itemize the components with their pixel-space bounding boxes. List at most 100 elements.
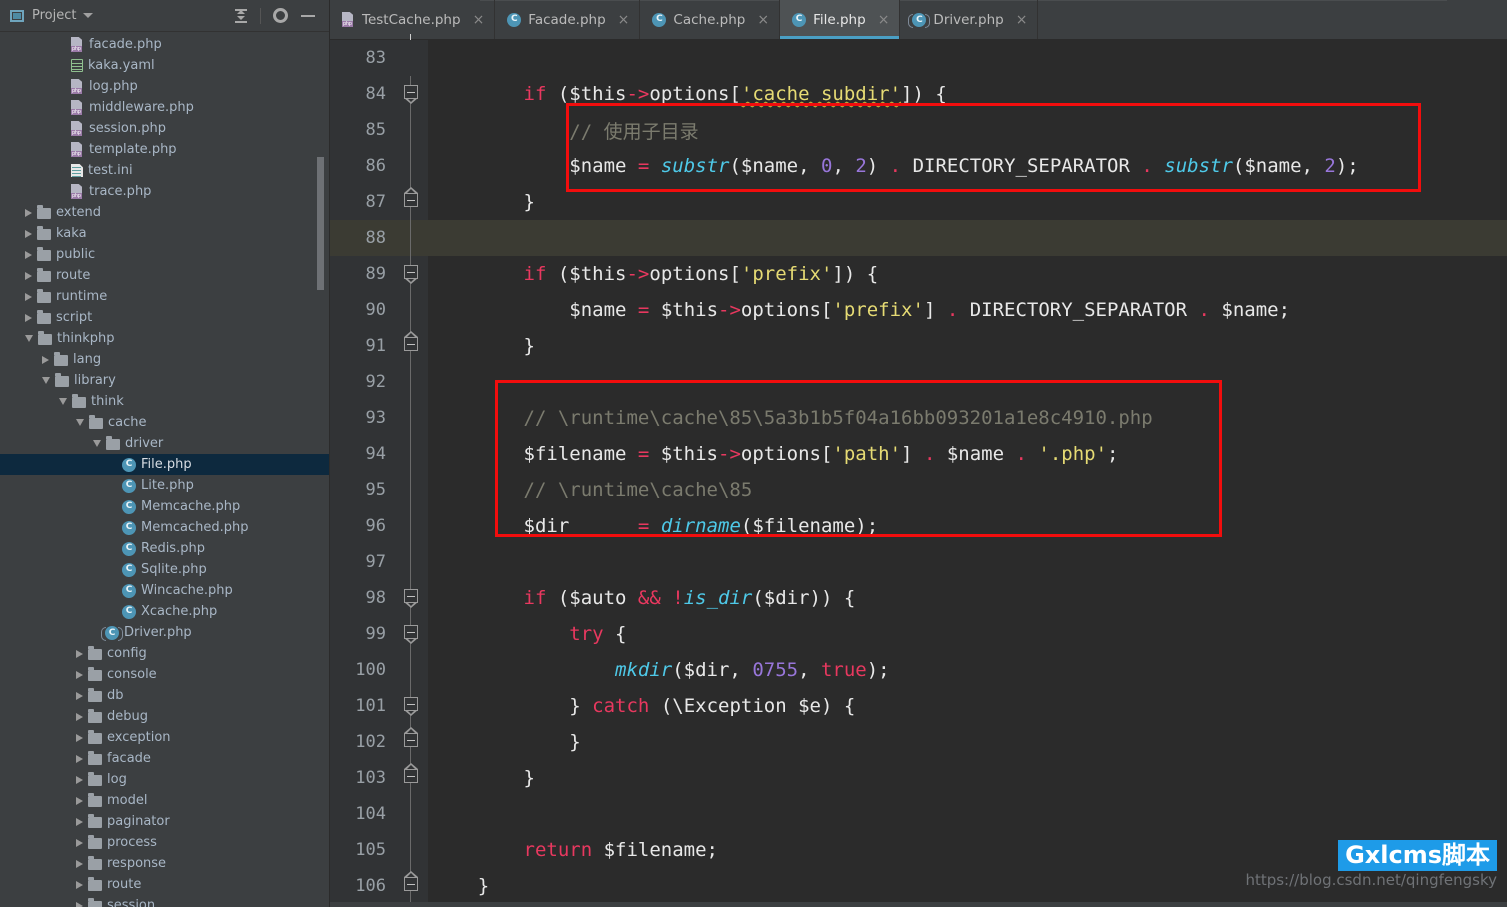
code-line-91[interactable]: 91 } [330, 328, 1507, 364]
tree-item-public[interactable]: public [0, 244, 329, 265]
chevron-right-icon[interactable] [76, 691, 83, 700]
tree-item-memcached-php[interactable]: C Memcached.php [0, 517, 329, 538]
editor-tab-driver-php[interactable]: C Driver.php × [900, 0, 1039, 39]
chevron-down-icon[interactable] [25, 335, 33, 342]
fold-column[interactable] [394, 472, 428, 508]
fold-end-icon[interactable] [404, 193, 418, 207]
tree-item-log-php[interactable]: log.php [0, 76, 329, 97]
tree-item-think[interactable]: think [0, 391, 329, 412]
editor-tab-facade-php[interactable]: C Facade.php × [495, 0, 641, 39]
collapse-all-button[interactable] [228, 4, 254, 28]
close-icon[interactable]: × [757, 13, 769, 27]
fold-end-icon[interactable] [404, 337, 418, 351]
fold-column[interactable] [394, 220, 428, 256]
code-line-99[interactable]: 99 try { [330, 616, 1507, 652]
tree-item-thinkphp[interactable]: thinkphp [0, 328, 329, 349]
tree-item-db[interactable]: db [0, 685, 329, 706]
tree-item-facade-php[interactable]: facade.php [0, 34, 329, 55]
code-line-93[interactable]: 93 // \runtime\cache\85\5a3b1b5f04a16bb0… [330, 400, 1507, 436]
code-line-89[interactable]: 89 if ($this->options['prefix']) { [330, 256, 1507, 292]
fold-collapse-icon[interactable] [404, 625, 418, 639]
tree-item-test-ini[interactable]: test.ini [0, 160, 329, 181]
code-line-102[interactable]: 102 } [330, 724, 1507, 760]
code-line-88[interactable]: 88 [330, 220, 1507, 256]
chevron-down-icon[interactable] [83, 13, 94, 18]
tree-item-route[interactable]: route [0, 874, 329, 895]
editor-tab-file-php[interactable]: C File.php × [780, 0, 901, 39]
code-line-87[interactable]: 87 } [330, 184, 1507, 220]
fold-column[interactable] [394, 400, 428, 436]
fold-column[interactable] [394, 40, 428, 76]
code-line-98[interactable]: 98 if ($auto && !is_dir($dir)) { [330, 580, 1507, 616]
tree-item-lite-php[interactable]: C Lite.php [0, 475, 329, 496]
fold-column[interactable] [394, 832, 428, 868]
code-line-105[interactable]: 105 return $filename; [330, 832, 1507, 868]
chevron-right-icon[interactable] [76, 880, 83, 889]
tree-item-template-php[interactable]: template.php [0, 139, 329, 160]
chevron-right-icon[interactable] [25, 271, 32, 280]
editor-tab-cache-php[interactable]: C Cache.php × [640, 0, 781, 39]
tree-item-sqlite-php[interactable]: C Sqlite.php [0, 559, 329, 580]
chevron-right-icon[interactable] [76, 859, 83, 868]
chevron-down-icon[interactable] [93, 440, 101, 447]
fold-collapse-icon[interactable] [404, 85, 418, 99]
fold-column[interactable] [394, 364, 428, 400]
tree-item-trace-php[interactable]: trace.php [0, 181, 329, 202]
chevron-right-icon[interactable] [76, 796, 83, 805]
chevron-right-icon[interactable] [76, 838, 83, 847]
tree-item-facade[interactable]: facade [0, 748, 329, 769]
tree-item-route[interactable]: route [0, 265, 329, 286]
tree-item-lang[interactable]: lang [0, 349, 329, 370]
chevron-down-icon[interactable] [59, 398, 67, 405]
fold-column[interactable] [394, 724, 428, 760]
chevron-right-icon[interactable] [76, 649, 83, 658]
tree-item-wincache-php[interactable]: C Wincache.php [0, 580, 329, 601]
tree-item-process[interactable]: process [0, 832, 329, 853]
chevron-right-icon[interactable] [25, 229, 32, 238]
tree-item-memcache-php[interactable]: C Memcache.php [0, 496, 329, 517]
close-icon[interactable]: × [878, 13, 890, 27]
tree-item-library[interactable]: library [0, 370, 329, 391]
chevron-right-icon[interactable] [25, 313, 32, 322]
fold-column[interactable] [394, 184, 428, 220]
tree-item-debug[interactable]: debug [0, 706, 329, 727]
fold-end-icon[interactable] [404, 769, 418, 783]
chevron-right-icon[interactable] [76, 901, 83, 907]
chevron-right-icon[interactable] [25, 250, 32, 259]
fold-column[interactable] [394, 328, 428, 364]
tree-item-xcache-php[interactable]: C Xcache.php [0, 601, 329, 622]
chevron-right-icon[interactable] [25, 292, 32, 301]
fold-column[interactable] [394, 688, 428, 724]
tree-item-config[interactable]: config [0, 643, 329, 664]
tree-item-extend[interactable]: extend [0, 202, 329, 223]
project-tree-scroll[interactable]: facade.php kaka.yaml log.php middleware.php… [0, 32, 329, 907]
fold-collapse-icon[interactable] [404, 589, 418, 603]
code-line-84[interactable]: 84 if ($this->options['cache_subdir']) { [330, 76, 1507, 112]
chevron-right-icon[interactable] [25, 208, 32, 217]
fold-column[interactable] [394, 256, 428, 292]
code-line-94[interactable]: 94 $filename = $this->options['path'] . … [330, 436, 1507, 472]
close-icon[interactable]: × [473, 13, 485, 27]
tree-item-console[interactable]: console [0, 664, 329, 685]
fold-column[interactable] [394, 868, 428, 904]
tree-item-paginator[interactable]: paginator [0, 811, 329, 832]
code-line-101[interactable]: 101 } catch (\Exception $e) { [330, 688, 1507, 724]
tree-item-runtime[interactable]: runtime [0, 286, 329, 307]
code-editor[interactable]: 83 84 if ($this->options['cache_subdir'])… [330, 40, 1507, 907]
fold-column[interactable] [394, 616, 428, 652]
tree-item-driver-php[interactable]: C Driver.php [0, 622, 329, 643]
chevron-down-icon[interactable] [76, 419, 84, 426]
fold-collapse-icon[interactable] [404, 697, 418, 711]
fold-column[interactable] [394, 508, 428, 544]
code-line-83[interactable]: 83 [330, 40, 1507, 76]
chevron-down-icon[interactable] [42, 377, 50, 384]
tree-item-session[interactable]: session [0, 895, 329, 907]
tree-item-exception[interactable]: exception [0, 727, 329, 748]
code-line-104[interactable]: 104 [330, 796, 1507, 832]
tree-item-kaka-yaml[interactable]: kaka.yaml [0, 55, 329, 76]
tree-item-driver[interactable]: driver [0, 433, 329, 454]
fold-column[interactable] [394, 652, 428, 688]
code-line-85[interactable]: 85 // 使用子目录 [330, 112, 1507, 148]
code-line-86[interactable]: 86 $name = substr($name, 0, 2) . DIRECTO… [330, 148, 1507, 184]
chevron-right-icon[interactable] [76, 817, 83, 826]
